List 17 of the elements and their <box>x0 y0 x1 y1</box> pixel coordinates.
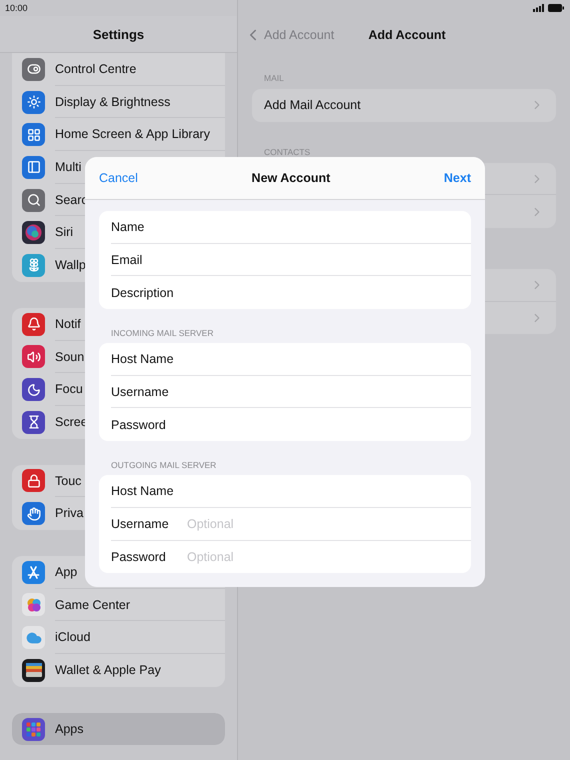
field-label: Name <box>111 220 146 234</box>
page-title: Add Account <box>368 28 446 42</box>
field-label: Host Name <box>111 352 175 366</box>
field-label: Username <box>111 384 170 399</box>
field-label: Password <box>111 418 167 432</box>
section-header: OUTGOING MAIL SERVER <box>110 459 218 472</box>
section-header: INCOMING MAIL SERVER <box>110 327 214 340</box>
field-label: Username <box>111 516 170 531</box>
field-label: Host Name <box>111 484 175 498</box>
field-label: Description <box>111 286 175 300</box>
status-time: 10:00 <box>5 3 28 13</box>
sidebar-title: Settings <box>92 26 144 42</box>
section-header: MAIL <box>263 73 285 85</box>
field-label: Password <box>111 550 167 564</box>
section-header: CONTACTS <box>263 146 312 159</box>
dialog-title: New Account <box>252 171 330 185</box>
field-label: Email <box>111 252 144 267</box>
